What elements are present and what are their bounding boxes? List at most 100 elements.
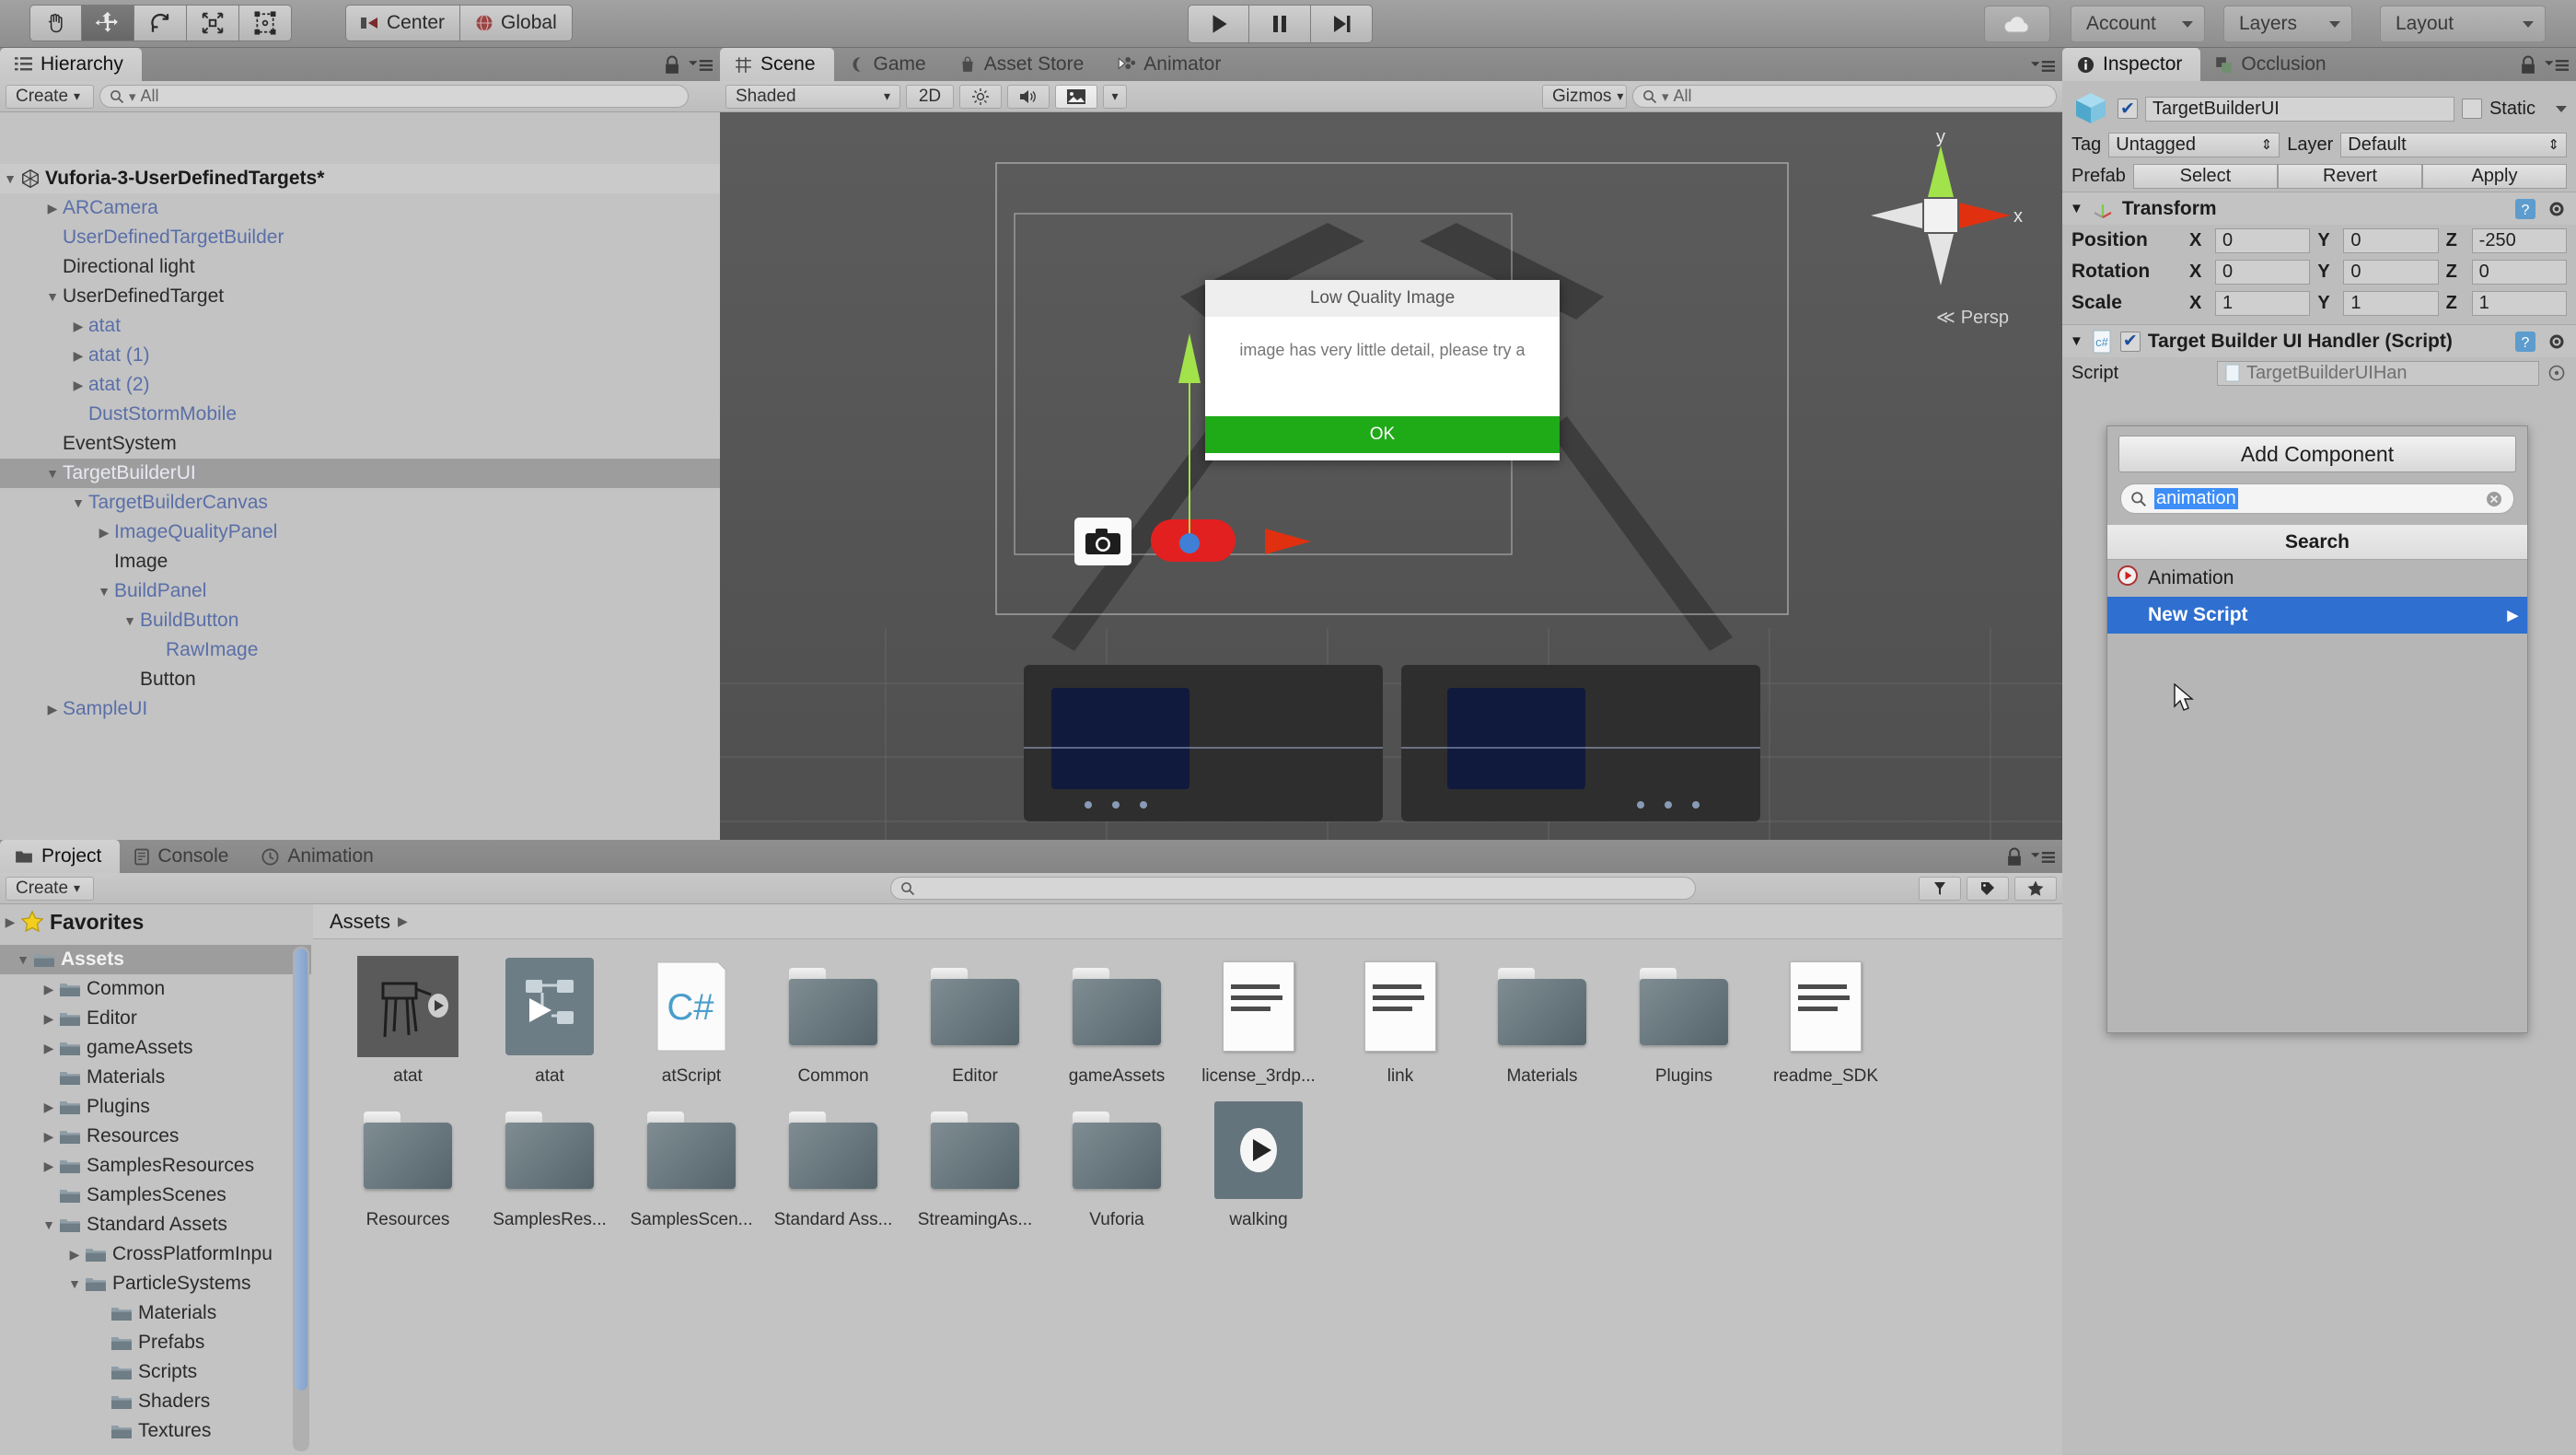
- asset-grid[interactable]: atat atat C# atScript Common Editor gameAssets…: [337, 956, 2031, 1435]
- add-component-item-animation[interactable]: Animation: [2107, 560, 2527, 597]
- chevron-down-icon[interactable]: ▼: [39, 1217, 59, 1232]
- object-picker-icon[interactable]: [2547, 363, 2567, 383]
- chevron-down-icon[interactable]: ▼: [0, 171, 20, 186]
- hierarchy-item-targetbuilderui[interactable]: ▼ TargetBuilderUI: [0, 459, 720, 488]
- chevron-down-icon[interactable]: [2556, 105, 2567, 112]
- step-button[interactable]: [1311, 5, 1373, 43]
- hierarchy-item-userdefinedtargetbuilder[interactable]: UserDefinedTargetBuilder: [0, 223, 720, 252]
- transform-scale-x-field[interactable]: 1: [2215, 290, 2311, 316]
- hierarchy-item-atat-2[interactable]: ▶ atat (2): [0, 370, 720, 400]
- project-create-button[interactable]: Create ▾: [6, 876, 94, 901]
- gear-icon[interactable]: [2545, 330, 2569, 354]
- object-name-field[interactable]: TargetBuilderUI: [2145, 96, 2454, 122]
- project-tree-item-assets[interactable]: ▼ Assets: [0, 945, 311, 974]
- project-tree-item-materials[interactable]: Materials: [0, 1063, 311, 1092]
- hand-tool-button[interactable]: [29, 5, 82, 41]
- project-tree-item-materials[interactable]: Materials: [0, 1298, 311, 1328]
- asset-item[interactable]: Vuforia: [1046, 1100, 1188, 1230]
- layer-dropdown[interactable]: Default ⇕: [2340, 132, 2567, 157]
- panel-menu-icon[interactable]: [2031, 848, 2055, 867]
- asset-item[interactable]: Materials: [1471, 956, 1613, 1087]
- space-mode-button[interactable]: Global: [460, 5, 573, 41]
- chevron-right-icon[interactable]: ▶: [42, 201, 63, 216]
- move-gizmo[interactable]: [1051, 324, 1328, 573]
- transform-scale-y-field[interactable]: 1: [2343, 290, 2439, 316]
- hierarchy-item-eventsystem[interactable]: EventSystem: [0, 429, 720, 459]
- tab-game[interactable]: Game: [834, 48, 945, 81]
- chevron-down-icon[interactable]: ▼: [94, 584, 114, 599]
- layout-dropdown[interactable]: Layout: [2380, 6, 2546, 42]
- transform-rotation-x-field[interactable]: 0: [2215, 259, 2311, 285]
- project-tree-item-scripts[interactable]: Scripts: [0, 1357, 311, 1387]
- project-tree-item-shaders[interactable]: Shaders: [0, 1387, 311, 1416]
- tab-hierarchy[interactable]: Hierarchy: [0, 48, 142, 81]
- tab-animation[interactable]: Animation: [247, 840, 391, 873]
- hierarchy-item-button[interactable]: Button: [0, 665, 720, 694]
- chevron-down-icon[interactable]: ▼: [68, 495, 88, 510]
- script-reference-field[interactable]: TargetBuilderUIHan: [2217, 360, 2539, 386]
- hierarchy-item-imagequalitypanel[interactable]: ▶ ImageQualityPanel: [0, 518, 720, 547]
- script-component-header[interactable]: ▼ c# Target Builder UI Handler (Script) …: [2062, 324, 2576, 357]
- asset-item[interactable]: Editor: [904, 956, 1046, 1087]
- favorites-filter-button[interactable]: [2014, 876, 2057, 901]
- hierarchy-search-input[interactable]: ▾ All: [99, 85, 689, 108]
- panel-menu-icon[interactable]: [689, 56, 713, 75]
- object-enabled-checkbox[interactable]: [2118, 99, 2138, 119]
- chevron-right-icon[interactable]: ▶: [68, 319, 88, 334]
- hierarchy-tree[interactable]: ▶ ARCamera UserDefinedTargetBuilder Directi…: [0, 193, 720, 875]
- filter-by-label-button[interactable]: [1967, 876, 2009, 901]
- asset-item[interactable]: SamplesScen...: [621, 1100, 762, 1230]
- asset-item[interactable]: StreamingAs...: [904, 1100, 1046, 1230]
- chevron-right-icon[interactable]: ▶: [68, 378, 88, 393]
- tab-asset-store[interactable]: Asset Store: [945, 48, 1103, 81]
- projection-mode-label[interactable]: ≪ Persp: [1936, 306, 2009, 329]
- clear-icon[interactable]: [2484, 489, 2504, 509]
- chevron-right-icon[interactable]: ▶: [64, 1247, 85, 1263]
- project-search-input[interactable]: [890, 877, 1696, 900]
- prefab-select-button[interactable]: Select: [2132, 163, 2278, 189]
- asset-item[interactable]: atat: [337, 956, 479, 1087]
- static-checkbox[interactable]: [2461, 99, 2482, 119]
- hierarchy-item-buildbutton[interactable]: ▼ BuildButton: [0, 606, 720, 635]
- project-tree-item-resources[interactable]: ▶ Resources: [0, 1122, 311, 1151]
- chevron-down-icon[interactable]: ▼: [64, 1276, 85, 1291]
- chevron-down-icon[interactable]: ▼: [42, 466, 63, 481]
- add-component-item-new-script[interactable]: New Script ▶: [2107, 597, 2527, 634]
- prefab-apply-button[interactable]: Apply: [2421, 163, 2567, 189]
- gear-icon[interactable]: [2545, 197, 2569, 221]
- asset-item[interactable]: license_3rdp...: [1188, 956, 1329, 1087]
- lock-icon[interactable]: [2005, 847, 2024, 867]
- cloud-services-button[interactable]: [1984, 6, 2050, 42]
- hierarchy-item-targetbuildercanvas[interactable]: ▼ TargetBuilderCanvas: [0, 488, 720, 518]
- transform-scale-z-field[interactable]: 1: [2471, 290, 2567, 316]
- hierarchy-item-directional-light[interactable]: Directional light: [0, 252, 720, 282]
- scene-fx-toggle[interactable]: [1055, 84, 1097, 109]
- asset-item[interactable]: Resources: [337, 1100, 479, 1230]
- breadcrumb-assets[interactable]: Assets: [330, 910, 390, 934]
- move-tool-button[interactable]: [82, 5, 134, 41]
- tab-inspector[interactable]: Inspector: [2062, 48, 2201, 81]
- chevron-right-icon[interactable]: ▶: [39, 1041, 59, 1056]
- hierarchy-item-rawimage[interactable]: RawImage: [0, 635, 720, 665]
- chevron-right-icon[interactable]: ▶: [39, 1129, 59, 1145]
- hierarchy-item-sampleui[interactable]: ▶ SampleUI: [0, 694, 720, 724]
- transform-rotation-y-field[interactable]: 0: [2343, 259, 2439, 285]
- project-tree-scrollbar-thumb[interactable]: [295, 949, 307, 1391]
- chevron-right-icon[interactable]: ▶: [94, 525, 114, 541]
- scene-fx-dropdown[interactable]: ▾: [1103, 84, 1127, 109]
- project-tree-item-samplesscenes[interactable]: SamplesScenes: [0, 1181, 311, 1210]
- help-icon[interactable]: ?: [2513, 330, 2537, 354]
- add-component-results[interactable]: Animation New Script ▶: [2107, 560, 2527, 634]
- chevron-right-icon[interactable]: ▶: [68, 348, 88, 364]
- rotate-tool-button[interactable]: [134, 5, 187, 41]
- project-tree-item-editor[interactable]: ▶ Editor: [0, 1004, 311, 1033]
- hierarchy-create-button[interactable]: Create ▾: [6, 84, 94, 109]
- tab-project[interactable]: Project: [0, 840, 121, 873]
- chevron-right-icon[interactable]: ▶: [39, 1100, 59, 1115]
- hierarchy-item-userdefinedtarget[interactable]: ▼ UserDefinedTarget: [0, 282, 720, 311]
- transform-rotation-z-field[interactable]: 0: [2471, 259, 2567, 285]
- play-button[interactable]: [1188, 5, 1249, 43]
- pause-button[interactable]: [1249, 5, 1311, 43]
- tab-console[interactable]: Console: [120, 840, 247, 873]
- script-enabled-checkbox[interactable]: [2119, 331, 2141, 352]
